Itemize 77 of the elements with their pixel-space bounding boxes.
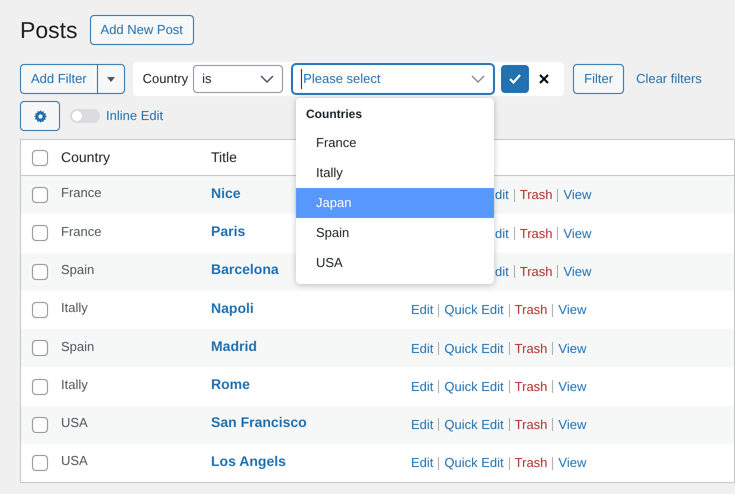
row-checkbox[interactable] bbox=[32, 455, 48, 472]
view-link[interactable]: View bbox=[558, 415, 586, 435]
edit-link[interactable]: Quick Edit bbox=[444, 453, 504, 473]
confirm-button[interactable] bbox=[501, 65, 530, 93]
country-cell-text: Itally bbox=[61, 376, 89, 394]
edit-link[interactable]: Edit bbox=[411, 453, 434, 473]
row-checkbox[interactable] bbox=[32, 416, 48, 433]
inline-edit-label: Inline Edit bbox=[106, 107, 164, 126]
post-title-link[interactable]: Los Angels bbox=[211, 450, 411, 472]
edit-link[interactable]: Edit bbox=[411, 415, 434, 435]
row-checkbox[interactable] bbox=[32, 378, 48, 395]
edit-link[interactable]: dit bbox=[495, 185, 509, 205]
settings-icon bbox=[34, 110, 46, 122]
post-title-link[interactable]: Madrid bbox=[211, 336, 411, 357]
trash-link[interactable]: Trash bbox=[520, 224, 552, 244]
post-title-link[interactable]: Napoli bbox=[211, 298, 411, 319]
filter-field-label: Country bbox=[142, 70, 188, 88]
country-cell-text: USA bbox=[61, 452, 89, 470]
edit-link[interactable]: Quick Edit bbox=[444, 338, 504, 358]
trash-link[interactable]: Trash bbox=[514, 300, 548, 320]
trash-link[interactable]: Trash bbox=[514, 415, 548, 435]
row-checkbox[interactable] bbox=[32, 225, 48, 242]
country-cell-text: Itally bbox=[61, 299, 89, 318]
caret-icon bbox=[106, 76, 115, 82]
view-link[interactable]: View bbox=[558, 300, 586, 320]
value-select[interactable]: Please select bbox=[292, 64, 494, 94]
post-title-link[interactable]: San Francisco bbox=[211, 412, 411, 434]
select-all-checkbox[interactable] bbox=[32, 150, 48, 166]
edit-link[interactable]: dit bbox=[495, 262, 509, 282]
edit-link[interactable]: Edit bbox=[411, 376, 434, 396]
trash-link[interactable]: Trash bbox=[520, 185, 552, 205]
trash-link[interactable]: Trash bbox=[514, 338, 548, 358]
add-filter-button[interactable]: Add Filter bbox=[21, 65, 98, 93]
row-checkbox[interactable] bbox=[32, 264, 48, 280]
edit-link[interactable]: Quick Edit bbox=[444, 415, 504, 435]
column-header: Country bbox=[61, 148, 112, 167]
view-link[interactable]: View bbox=[563, 224, 592, 244]
view-link[interactable]: View bbox=[558, 453, 586, 473]
row-checkbox[interactable] bbox=[32, 187, 48, 204]
view-link[interactable]: View bbox=[558, 376, 586, 396]
edit-link[interactable]: Edit bbox=[411, 300, 434, 320]
dropdown-option[interactable]: Itally bbox=[296, 158, 494, 188]
filter-button[interactable]: Filter bbox=[573, 64, 624, 94]
trash-link[interactable]: Trash bbox=[514, 376, 548, 396]
settings-button[interactable] bbox=[20, 101, 60, 131]
clear-filters-link[interactable]: Clear filters bbox=[636, 69, 702, 89]
add-new-post-button[interactable]: Add New Post bbox=[90, 15, 194, 45]
edit-link[interactable]: Quick Edit bbox=[444, 300, 504, 320]
dropdown-option[interactable]: Spain bbox=[296, 218, 494, 248]
view-link[interactable]: View bbox=[563, 185, 592, 205]
dropdown-option[interactable]: France bbox=[296, 128, 494, 158]
edit-link[interactable]: Quick Edit bbox=[444, 376, 504, 396]
country-cell-text: France bbox=[61, 184, 102, 202]
country-cell-text: Spain bbox=[61, 338, 96, 356]
row-checkbox[interactable] bbox=[32, 340, 48, 356]
close-icon bbox=[539, 74, 550, 84]
trash-link[interactable]: Trash bbox=[514, 453, 548, 473]
country-cell-text: France bbox=[61, 222, 102, 241]
page-title: Posts bbox=[20, 16, 78, 45]
chevron-icon bbox=[260, 75, 274, 83]
column-header: Title bbox=[211, 148, 237, 167]
country-cell-text: Spain bbox=[61, 260, 96, 279]
trash-link[interactable]: Trash bbox=[520, 262, 552, 282]
chevron-icon bbox=[471, 75, 486, 83]
country-cell-text: USA bbox=[61, 414, 89, 432]
dropdown-option[interactable]: USA bbox=[296, 248, 494, 278]
option-group-label: Countries bbox=[305, 106, 364, 123]
edit-link[interactable]: dit bbox=[495, 224, 509, 244]
inline-edit-toggle[interactable] bbox=[70, 109, 100, 123]
operator-select[interactable]: is bbox=[193, 65, 284, 93]
check-icon bbox=[509, 74, 522, 84]
view-link[interactable]: View bbox=[563, 262, 592, 282]
post-title-link[interactable]: Rome bbox=[211, 374, 411, 396]
view-link[interactable]: View bbox=[558, 338, 586, 358]
dropdown-option[interactable]: Japan bbox=[296, 188, 494, 218]
row-checkbox[interactable] bbox=[32, 302, 48, 318]
edit-link[interactable]: Edit bbox=[411, 338, 434, 358]
